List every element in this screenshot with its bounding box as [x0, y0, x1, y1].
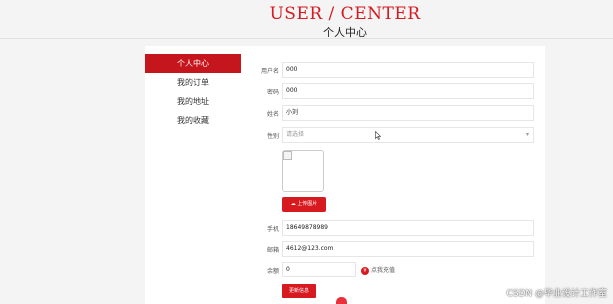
sidebar-item-orders[interactable]: 我的订单 [145, 73, 241, 92]
gender-select[interactable]: 请选择 ▾ [282, 127, 534, 143]
upload-image-button[interactable]: ☁ 上传图片 [282, 197, 326, 212]
gender-placeholder: 请选择 [286, 131, 305, 138]
password-label: 密码 [266, 89, 279, 96]
username-field[interactable]: 000 [282, 62, 534, 78]
watermark: CSDN @毕业设计工作室 [506, 289, 607, 299]
gender-label: 性别 [266, 133, 279, 140]
upload-button-label: 上传图片 [297, 201, 318, 207]
gender-row: 性别 请选择 ▾ [243, 127, 543, 143]
username-label: 用户名 [260, 68, 279, 75]
chevron-down-icon: ▾ [525, 131, 529, 138]
email-row: 邮箱 4612@123.com [243, 241, 543, 257]
sidebar-item-profile[interactable]: 个人中心 [145, 54, 241, 73]
avatar [282, 150, 324, 192]
balance-row: 余额 0 ¥ 点我充值 [243, 262, 543, 278]
page-title: USER / CENTER [269, 4, 421, 24]
name-row: 姓名 小刘 [243, 105, 543, 121]
recharge-link[interactable]: ¥ 点我充值 [361, 265, 395, 275]
upload-cloud-icon: ☁ [290, 201, 296, 207]
username-row: 用户名 000 [243, 62, 543, 78]
phone-field[interactable]: 18649878989 [282, 220, 534, 236]
phone-row: 手机 18649878989 [243, 220, 543, 236]
balance-label: 余额 [266, 268, 279, 275]
sidebar-item-favorites[interactable]: 我的收藏 [145, 111, 241, 130]
email-label: 邮箱 [266, 247, 279, 254]
coin-icon: ¥ [361, 266, 369, 275]
phone-label: 手机 [266, 226, 279, 233]
password-field[interactable]: 000 [282, 83, 534, 99]
red-marker [336, 297, 347, 304]
sidebar: 个人中心 我的订单 我的地址 我的收藏 [145, 54, 241, 130]
email-field[interactable]: 4612@123.com [282, 241, 534, 257]
name-field[interactable]: 小刘 [282, 105, 534, 121]
balance-field[interactable]: 0 [282, 262, 356, 277]
mouse-cursor-icon [375, 131, 381, 140]
update-info-button[interactable]: 更新信息 [282, 284, 316, 298]
broken-image-icon [283, 151, 292, 160]
header-divider [0, 38, 613, 39]
password-row: 密码 000 [243, 83, 543, 99]
name-label: 姓名 [266, 111, 279, 118]
profile-form: 用户名 000 密码 000 姓名 小刘 性别 请选择 ▾ ☁ 上传图片 手机 … [243, 46, 543, 304]
user-center-panel: 个人中心 我的订单 我的地址 我的收藏 用户名 000 密码 000 姓名 小刘… [145, 46, 545, 304]
recharge-label: 点我充值 [371, 267, 396, 274]
sidebar-item-address[interactable]: 我的地址 [145, 92, 241, 111]
